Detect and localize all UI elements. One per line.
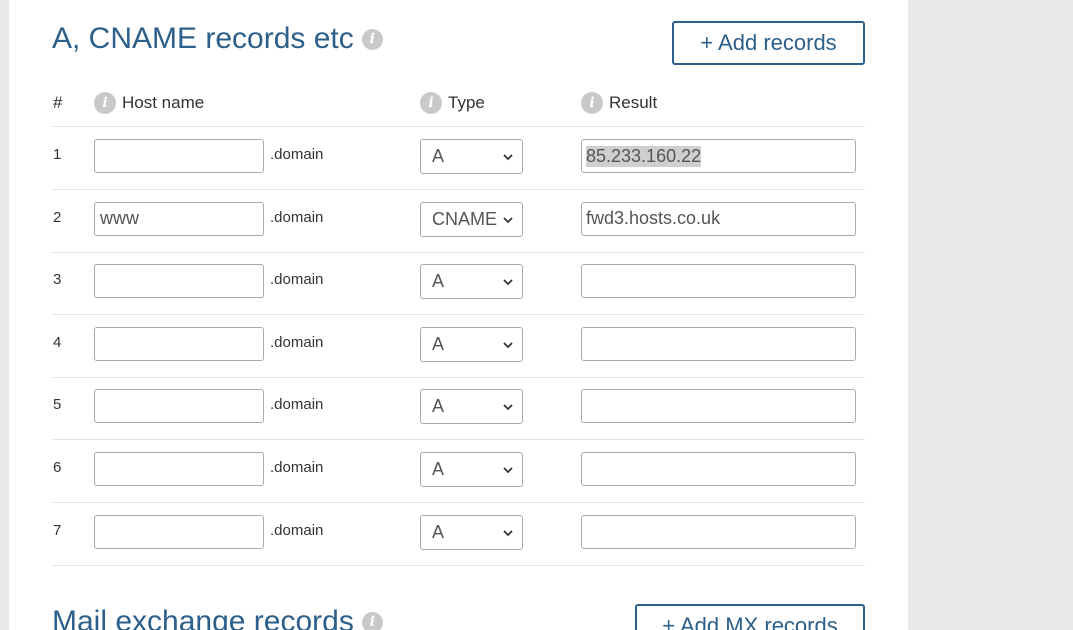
record-type-value: A (432, 459, 445, 479)
record-row: 1 .domain A 85.233.160.22 (52, 127, 865, 190)
record-row: 4 .domain A (52, 315, 865, 378)
host-name-input[interactable] (94, 264, 264, 299)
record-type-select[interactable]: A (420, 326, 523, 362)
add-mx-records-button[interactable]: + Add MX records (635, 604, 865, 630)
info-icon[interactable]: i (94, 92, 116, 114)
info-icon[interactable]: i (361, 611, 383, 630)
info-icon[interactable]: i (420, 92, 442, 114)
host-name-input[interactable] (94, 201, 264, 236)
row-number: 4 (53, 333, 62, 351)
host-header-label: Host name (122, 93, 205, 112)
domain-suffix: .domain (270, 208, 324, 226)
host-name-input[interactable] (94, 139, 264, 173)
record-row: 3 .domain A (52, 252, 865, 316)
record-type-value: A (432, 146, 445, 166)
chevron-down-icon (503, 404, 513, 411)
record-type-value: CNAME (432, 208, 498, 229)
add-records-button[interactable]: + Add records (672, 21, 865, 65)
result-input[interactable]: 85.233.160.22 (581, 139, 856, 173)
result-input[interactable] (581, 326, 856, 361)
record-type-select[interactable]: A (420, 514, 523, 550)
domain-suffix: .domain (270, 396, 324, 414)
domain-suffix: .domain (270, 146, 324, 163)
result-input[interactable] (581, 452, 856, 486)
host-name-input[interactable] (94, 514, 264, 549)
row-number: 6 (53, 459, 62, 476)
num-column-header: # (53, 93, 63, 112)
record-row: 5 .domain A (52, 377, 865, 441)
info-icon[interactable]: i (361, 28, 383, 50)
host-name-input[interactable] (94, 326, 264, 361)
chevron-down-icon (503, 467, 513, 474)
result-input[interactable]: fwd3.hosts.co.uk (581, 201, 856, 236)
info-icon[interactable]: i (581, 92, 603, 114)
chevron-down-icon (503, 216, 513, 223)
type-column-header: i Type (420, 86, 485, 120)
result-input[interactable] (581, 514, 856, 549)
result-column-header: i Result (581, 86, 657, 120)
domain-suffix: .domain (270, 333, 324, 351)
host-name-input[interactable] (94, 452, 264, 486)
record-type-select[interactable]: A (420, 452, 523, 487)
chevron-down-icon (503, 279, 513, 286)
record-row: 7 .domain A (52, 503, 865, 566)
record-type-value: A (432, 271, 445, 292)
result-header-label: Result (609, 93, 658, 112)
row-number: 2 (53, 208, 62, 226)
row-number: 3 (53, 271, 62, 289)
result-value: fwd3.hosts.co.uk (586, 208, 721, 229)
mx-records-section-title: Mail exchange records i (52, 605, 383, 630)
chevron-down-icon (503, 342, 513, 349)
result-input[interactable] (581, 264, 856, 299)
record-type-select[interactable]: A (420, 264, 523, 300)
row-number: 5 (53, 396, 62, 414)
result-value: 85.233.160.22 (586, 145, 702, 167)
domain-suffix: .domain (270, 271, 324, 289)
record-type-value: A (432, 521, 445, 542)
domain-suffix: .domain (270, 521, 324, 539)
row-number: 1 (53, 146, 62, 163)
record-type-select[interactable]: A (420, 389, 523, 425)
record-type-select[interactable]: A (420, 139, 523, 174)
a-records-title-text: A, CNAME records etc (52, 22, 354, 55)
records-table-header: # i Host name i Type i Result (52, 86, 865, 127)
result-input[interactable] (581, 389, 856, 424)
dns-records-panel: A, CNAME records etc i + Add records # i… (9, 0, 908, 630)
domain-suffix: .domain (270, 459, 324, 476)
host-name-input[interactable] (94, 389, 264, 424)
record-type-value: A (432, 333, 445, 354)
record-row: 6 .domain A (52, 440, 865, 503)
row-number: 7 (53, 521, 62, 539)
type-header-label: Type (448, 93, 485, 112)
mx-records-title-text: Mail exchange records (52, 605, 354, 630)
record-type-value: A (432, 396, 445, 417)
chevron-down-icon (503, 154, 513, 161)
host-column-header: i Host name (94, 86, 204, 120)
record-type-select[interactable]: CNAME (420, 201, 523, 237)
a-records-section-title: A, CNAME records etc i (52, 22, 383, 56)
chevron-down-icon (503, 529, 513, 536)
record-row: 2 .domain CNAME fwd3.hosts.co.uk (52, 190, 865, 253)
